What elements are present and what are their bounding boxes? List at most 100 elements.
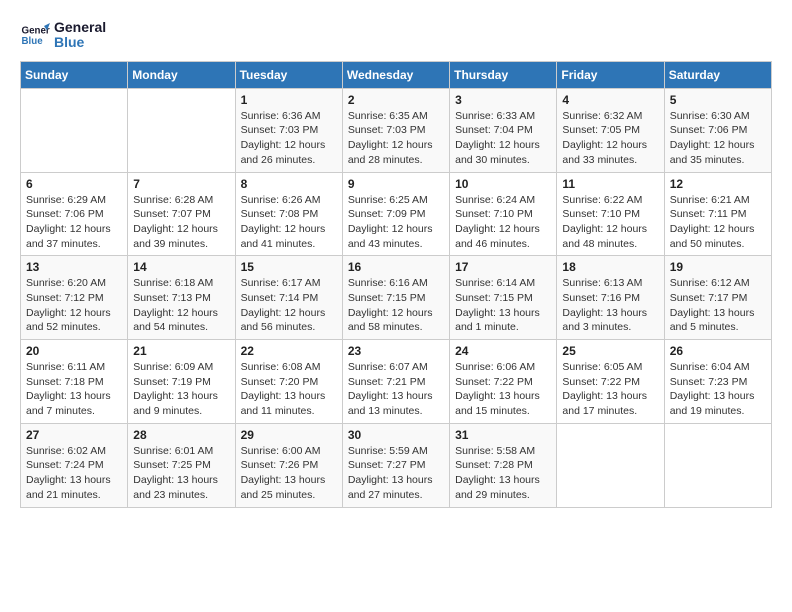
- day-number: 14: [133, 260, 229, 274]
- weekday-header-saturday: Saturday: [664, 61, 771, 88]
- day-number: 18: [562, 260, 658, 274]
- logo-icon: General Blue: [20, 20, 50, 50]
- day-number: 30: [348, 428, 444, 442]
- logo-text-blue: Blue: [54, 35, 106, 50]
- calendar-cell: 30 Sunrise: 5:59 AM Sunset: 7:27 PM Dayli…: [342, 423, 449, 507]
- day-info: Sunrise: 6:33 AM Sunset: 7:04 PM Dayligh…: [455, 109, 551, 168]
- calendar-cell: 6 Sunrise: 6:29 AM Sunset: 7:06 PM Daylig…: [21, 172, 128, 256]
- day-number: 25: [562, 344, 658, 358]
- calendar-cell: 21Sunrise: 6:09 AM Sunset: 7:19 PM Dayli…: [128, 340, 235, 424]
- calendar-cell: [557, 423, 664, 507]
- calendar-cell: 2 Sunrise: 6:35 AM Sunset: 7:03 PM Daylig…: [342, 88, 449, 172]
- calendar-cell: 15 Sunrise: 6:17 AM Sunset: 7:14 PM Dayli…: [235, 256, 342, 340]
- day-number: 17: [455, 260, 551, 274]
- day-info: Sunrise: 6:20 AM Sunset: 7:12 PM Dayligh…: [26, 276, 122, 335]
- svg-text:Blue: Blue: [22, 36, 44, 47]
- page-header: General Blue General Blue: [20, 20, 772, 51]
- day-info: Sunrise: 6:14 AM Sunset: 7:15 PM Dayligh…: [455, 276, 551, 335]
- day-number: 9: [348, 177, 444, 191]
- day-info: Sunrise: 6:16 AM Sunset: 7:15 PM Dayligh…: [348, 276, 444, 335]
- calendar-cell: 1 Sunrise: 6:36 AM Sunset: 7:03 PM Daylig…: [235, 88, 342, 172]
- day-info: Sunrise: 6:22 AM Sunset: 7:10 PM Dayligh…: [562, 193, 658, 252]
- day-info: Sunrise: 6:00 AM Sunset: 7:26 PM Dayligh…: [241, 444, 337, 503]
- calendar-week-5: 27Sunrise: 6:02 AM Sunset: 7:24 PM Dayli…: [21, 423, 772, 507]
- calendar-cell: [128, 88, 235, 172]
- calendar-cell: 22Sunrise: 6:08 AM Sunset: 7:20 PM Dayli…: [235, 340, 342, 424]
- calendar-week-3: 13 Sunrise: 6:20 AM Sunset: 7:12 PM Dayli…: [21, 256, 772, 340]
- day-number: 24: [455, 344, 551, 358]
- weekday-header-tuesday: Tuesday: [235, 61, 342, 88]
- day-info: Sunrise: 6:13 AM Sunset: 7:16 PM Dayligh…: [562, 276, 658, 335]
- calendar-cell: 12Sunrise: 6:21 AM Sunset: 7:11 PM Dayli…: [664, 172, 771, 256]
- day-number: 23: [348, 344, 444, 358]
- weekday-header-wednesday: Wednesday: [342, 61, 449, 88]
- day-info: Sunrise: 6:36 AM Sunset: 7:03 PM Dayligh…: [241, 109, 337, 168]
- day-info: Sunrise: 6:28 AM Sunset: 7:07 PM Dayligh…: [133, 193, 229, 252]
- day-number: 22: [241, 344, 337, 358]
- calendar-cell: 19 Sunrise: 6:12 AM Sunset: 7:17 PM Dayli…: [664, 256, 771, 340]
- weekday-header-monday: Monday: [128, 61, 235, 88]
- calendar-cell: 11 Sunrise: 6:22 AM Sunset: 7:10 PM Dayli…: [557, 172, 664, 256]
- day-info: Sunrise: 6:07 AM Sunset: 7:21 PM Dayligh…: [348, 360, 444, 419]
- calendar-cell: 27Sunrise: 6:02 AM Sunset: 7:24 PM Dayli…: [21, 423, 128, 507]
- calendar-cell: [664, 423, 771, 507]
- calendar-cell: 31 Sunrise: 5:58 AM Sunset: 7:28 PM Dayli…: [450, 423, 557, 507]
- day-number: 28: [133, 428, 229, 442]
- day-number: 12: [670, 177, 766, 191]
- day-number: 21: [133, 344, 229, 358]
- weekday-header-sunday: Sunday: [21, 61, 128, 88]
- day-number: 29: [241, 428, 337, 442]
- logo: General Blue General Blue: [20, 20, 106, 51]
- day-info: Sunrise: 6:25 AM Sunset: 7:09 PM Dayligh…: [348, 193, 444, 252]
- calendar-week-1: 1 Sunrise: 6:36 AM Sunset: 7:03 PM Daylig…: [21, 88, 772, 172]
- day-number: 13: [26, 260, 122, 274]
- day-number: 6: [26, 177, 122, 191]
- calendar-cell: 17 Sunrise: 6:14 AM Sunset: 7:15 PM Dayli…: [450, 256, 557, 340]
- day-number: 20: [26, 344, 122, 358]
- calendar-cell: 4 Sunrise: 6:32 AM Sunset: 7:05 PM Daylig…: [557, 88, 664, 172]
- day-info: Sunrise: 6:06 AM Sunset: 7:22 PM Dayligh…: [455, 360, 551, 419]
- day-info: Sunrise: 6:29 AM Sunset: 7:06 PM Dayligh…: [26, 193, 122, 252]
- day-number: 1: [241, 93, 337, 107]
- day-number: 5: [670, 93, 766, 107]
- day-info: Sunrise: 6:35 AM Sunset: 7:03 PM Dayligh…: [348, 109, 444, 168]
- calendar-cell: 10Sunrise: 6:24 AM Sunset: 7:10 PM Dayli…: [450, 172, 557, 256]
- calendar-cell: [21, 88, 128, 172]
- day-info: Sunrise: 5:58 AM Sunset: 7:28 PM Dayligh…: [455, 444, 551, 503]
- day-number: 10: [455, 177, 551, 191]
- calendar-cell: 9 Sunrise: 6:25 AM Sunset: 7:09 PM Daylig…: [342, 172, 449, 256]
- day-number: 7: [133, 177, 229, 191]
- weekday-header-row: SundayMondayTuesdayWednesdayThursdayFrid…: [21, 61, 772, 88]
- weekday-header-thursday: Thursday: [450, 61, 557, 88]
- day-number: 3: [455, 93, 551, 107]
- day-info: Sunrise: 6:17 AM Sunset: 7:14 PM Dayligh…: [241, 276, 337, 335]
- calendar-cell: 5Sunrise: 6:30 AM Sunset: 7:06 PM Daylig…: [664, 88, 771, 172]
- day-info: Sunrise: 6:32 AM Sunset: 7:05 PM Dayligh…: [562, 109, 658, 168]
- day-number: 8: [241, 177, 337, 191]
- calendar-cell: 26 Sunrise: 6:04 AM Sunset: 7:23 PM Dayli…: [664, 340, 771, 424]
- day-info: Sunrise: 6:12 AM Sunset: 7:17 PM Dayligh…: [670, 276, 766, 335]
- day-number: 16: [348, 260, 444, 274]
- calendar-cell: 29 Sunrise: 6:00 AM Sunset: 7:26 PM Dayli…: [235, 423, 342, 507]
- calendar-week-4: 20 Sunrise: 6:11 AM Sunset: 7:18 PM Dayli…: [21, 340, 772, 424]
- day-number: 11: [562, 177, 658, 191]
- day-info: Sunrise: 6:02 AM Sunset: 7:24 PM Dayligh…: [26, 444, 122, 503]
- day-number: 15: [241, 260, 337, 274]
- day-info: Sunrise: 6:05 AM Sunset: 7:22 PM Dayligh…: [562, 360, 658, 419]
- calendar-cell: 7 Sunrise: 6:28 AM Sunset: 7:07 PM Daylig…: [128, 172, 235, 256]
- day-info: Sunrise: 6:01 AM Sunset: 7:25 PM Dayligh…: [133, 444, 229, 503]
- day-number: 31: [455, 428, 551, 442]
- calendar-cell: 16 Sunrise: 6:16 AM Sunset: 7:15 PM Dayli…: [342, 256, 449, 340]
- calendar-cell: 18 Sunrise: 6:13 AM Sunset: 7:16 PM Dayli…: [557, 256, 664, 340]
- day-info: Sunrise: 5:59 AM Sunset: 7:27 PM Dayligh…: [348, 444, 444, 503]
- day-info: Sunrise: 6:11 AM Sunset: 7:18 PM Dayligh…: [26, 360, 122, 419]
- calendar-cell: 13 Sunrise: 6:20 AM Sunset: 7:12 PM Dayli…: [21, 256, 128, 340]
- calendar-cell: 28 Sunrise: 6:01 AM Sunset: 7:25 PM Dayli…: [128, 423, 235, 507]
- day-number: 19: [670, 260, 766, 274]
- day-number: 4: [562, 93, 658, 107]
- day-info: Sunrise: 6:04 AM Sunset: 7:23 PM Dayligh…: [670, 360, 766, 419]
- day-number: 2: [348, 93, 444, 107]
- day-number: 26: [670, 344, 766, 358]
- calendar-cell: 23 Sunrise: 6:07 AM Sunset: 7:21 PM Dayli…: [342, 340, 449, 424]
- logo-text-general: General: [54, 20, 106, 35]
